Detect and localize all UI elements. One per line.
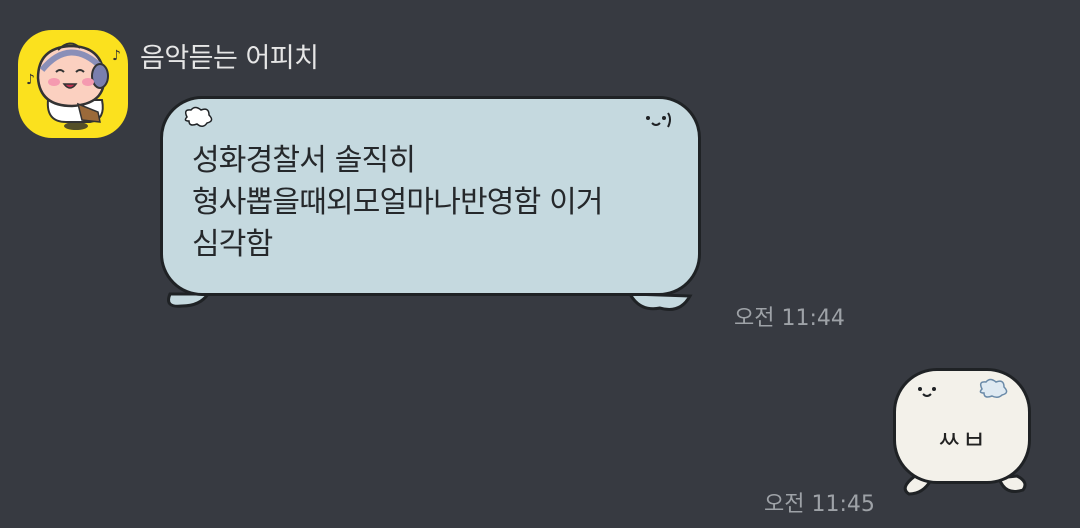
svg-text:♪: ♪ xyxy=(112,48,121,64)
cloud-sticker-icon xyxy=(979,378,1008,399)
incoming-message-text: 성화경찰서 솔직히 형사뽑을때외모얼마나반영함 이거 심각함 xyxy=(192,143,604,262)
cloud-sticker-icon xyxy=(184,106,213,127)
smile-face-icon xyxy=(646,112,671,128)
sender-name: 음악듣는 어피치 xyxy=(140,43,319,74)
avatar[interactable]: ♪ ♪ xyxy=(18,30,128,138)
svg-text:♪: ♪ xyxy=(26,72,35,88)
outgoing-message-text: ㅆㅂ xyxy=(937,426,987,456)
message-time: 오전 11:45 xyxy=(764,492,875,517)
apeach-headphones-icon: ♪ ♪ xyxy=(26,42,121,130)
smile-face-icon xyxy=(918,387,936,397)
message-time: 오전 11:44 xyxy=(734,306,845,331)
